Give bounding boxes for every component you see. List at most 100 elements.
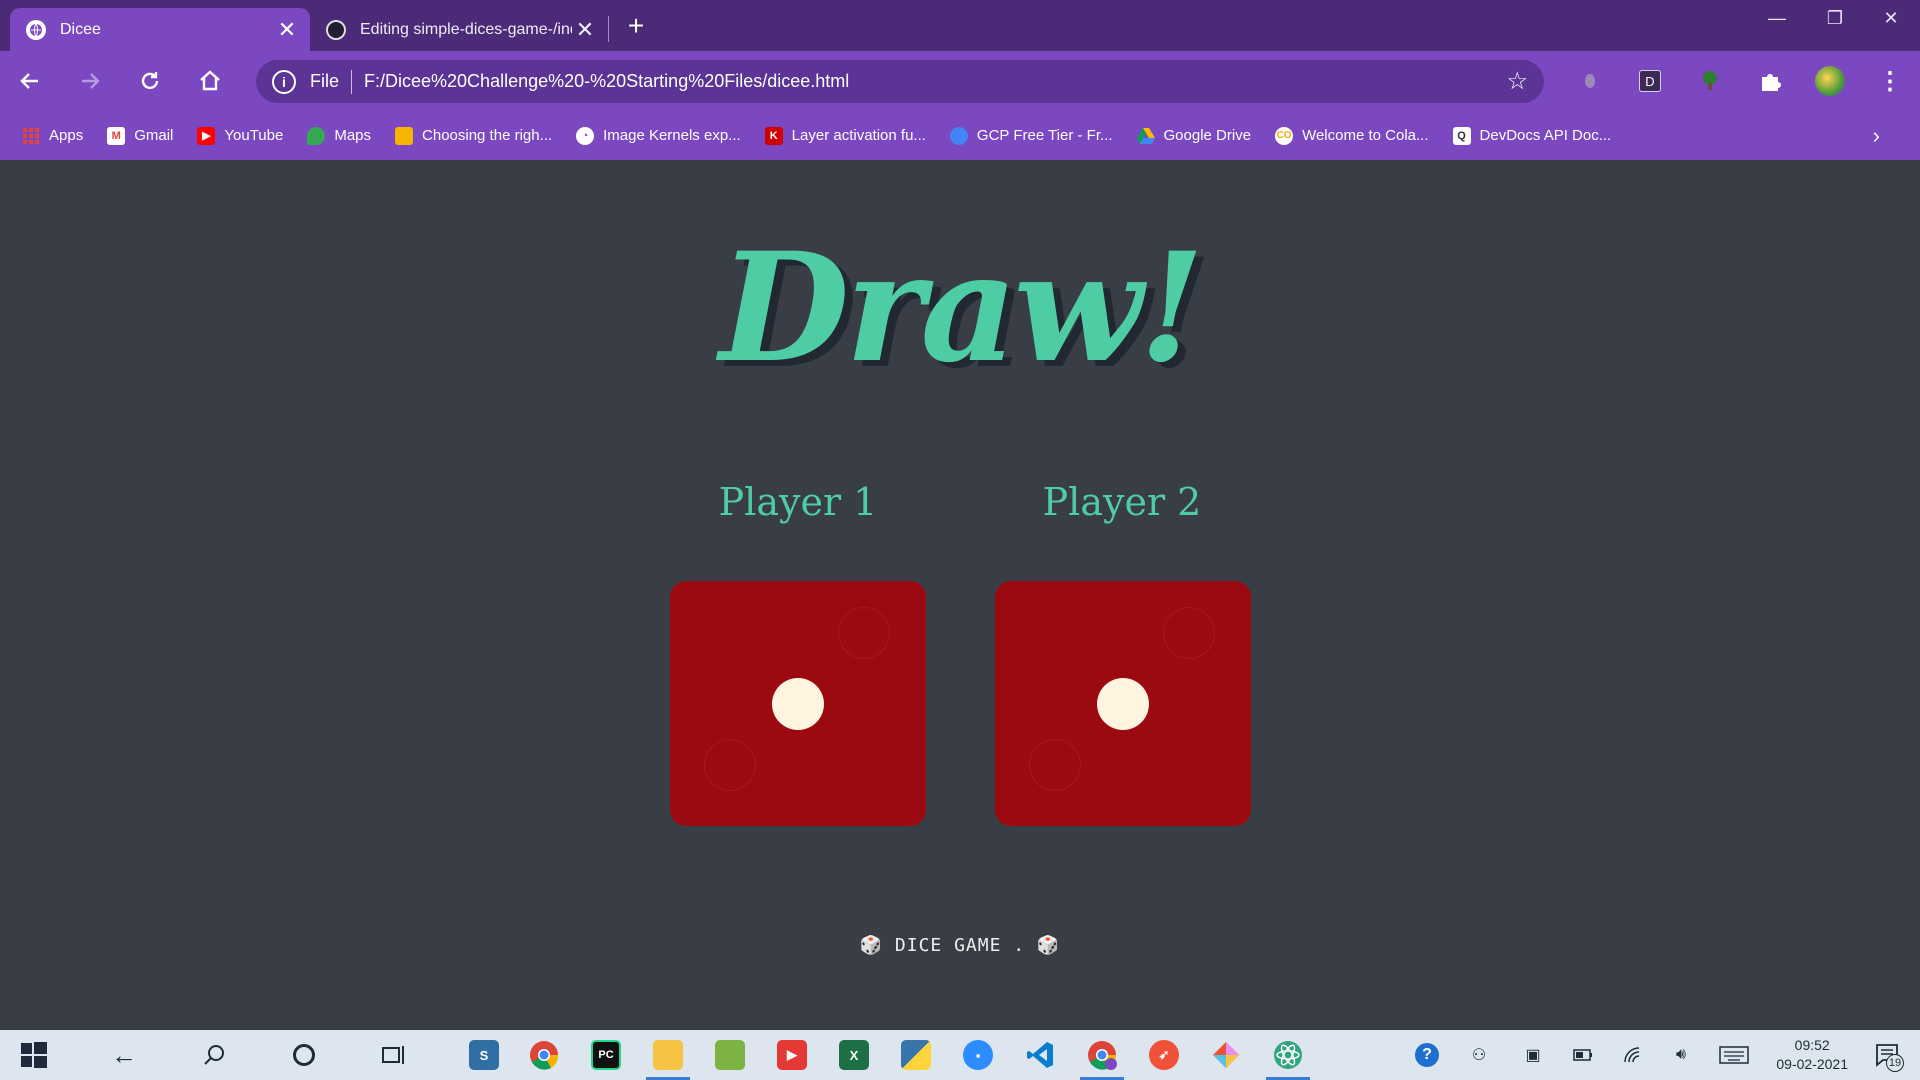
chevron-right-icon[interactable]: › (1873, 123, 1880, 149)
player-1-label: Player 1 (718, 480, 878, 524)
media-player-icon[interactable]: ▶ (770, 1035, 814, 1075)
player-2-die (995, 581, 1251, 826)
bookmark-apps[interactable]: Apps (22, 127, 83, 145)
clock-date: 09-02-2021 (1776, 1056, 1848, 1072)
devdocs-icon: Q (1452, 126, 1471, 145)
chrome-profile-icon[interactable] (1080, 1035, 1124, 1080)
bookmark-gmail[interactable]: M Gmail (107, 126, 173, 145)
player-2-label: Player 2 (1042, 480, 1202, 524)
close-tab-icon[interactable]: ✕ (572, 17, 598, 43)
task-view-icon[interactable] (372, 1035, 416, 1075)
bookmark-layer-activation[interactable]: K Layer activation fu... (764, 126, 926, 145)
notepad-icon[interactable] (708, 1035, 752, 1075)
bookmark-maps[interactable]: Maps (307, 126, 371, 145)
arrow-right-icon (82, 73, 100, 89)
k-icon: K (764, 126, 783, 145)
scheme-label: File (310, 71, 340, 91)
file-explorer-icon[interactable] (646, 1035, 690, 1080)
faint-pip (1029, 739, 1081, 791)
extension-gray-icon[interactable] (1574, 65, 1606, 97)
bookmark-image-kernels[interactable]: ◔ Image Kernels exp... (576, 126, 741, 145)
notification-count: 19 (1886, 1054, 1904, 1072)
volume-icon[interactable]: 🔊︎ (1668, 1043, 1694, 1067)
faint-pip (704, 739, 756, 791)
maps-icon (307, 126, 326, 145)
start-icon[interactable] (12, 1035, 56, 1075)
new-tab-button[interactable]: + (620, 10, 652, 42)
close-tab-icon[interactable]: ✕ (274, 17, 300, 43)
help-icon[interactable]: ? (1414, 1043, 1440, 1067)
puzzle-icon[interactable] (1754, 65, 1786, 97)
reload-icon (141, 72, 159, 90)
tab-bar: Dicee ✕ Editing simple-dices-game-/index… (0, 0, 1920, 51)
sublime-icon[interactable]: S (462, 1035, 506, 1075)
clock-time: 09:52 (1794, 1037, 1830, 1053)
tab-github-editor[interactable]: Editing simple-dices-game-/index.html ✕ (318, 8, 608, 51)
excel-icon[interactable]: X (832, 1035, 876, 1075)
avatar[interactable] (1814, 65, 1846, 97)
reload-button[interactable] (128, 59, 172, 103)
youtube-icon: ▶ (197, 126, 216, 145)
die-pip (1097, 678, 1149, 730)
meet-now-icon[interactable]: ▣ (1520, 1043, 1546, 1067)
atom-icon[interactable] (1266, 1035, 1310, 1080)
player-1-die (670, 581, 926, 826)
wifi-icon[interactable] (1620, 1043, 1646, 1067)
page-title: Draw! (719, 220, 1204, 396)
info-icon[interactable]: i (272, 69, 296, 94)
gmail-icon: M (107, 126, 126, 145)
bookmark-google-drive[interactable]: Google Drive (1136, 127, 1251, 145)
github-icon (326, 19, 346, 40)
forward-button[interactable] (68, 59, 112, 103)
bookmark-gcp[interactable]: GCP Free Tier - Fr... (949, 126, 1113, 145)
footer-text: 🎲 DICE GAME . 🎲 (859, 935, 1061, 956)
globe-icon (26, 19, 46, 40)
bookmark-star-icon[interactable]: ☆ (1506, 67, 1528, 96)
drive-icon (1136, 127, 1155, 145)
address-bar[interactable]: i File F:/Dicee%20Challenge%20-%20Starti… (256, 60, 1544, 103)
extension-tree-icon[interactable] (1694, 65, 1726, 97)
home-button[interactable] (188, 59, 232, 103)
minimize-button[interactable]: — (1748, 0, 1806, 36)
bookmark-choosing[interactable]: Choosing the righ... (395, 126, 552, 145)
gcp-icon (949, 126, 968, 145)
restore-button[interactable]: ❐ (1806, 0, 1864, 36)
extension-d-icon[interactable]: D (1634, 65, 1666, 97)
die-pip (772, 678, 824, 730)
bookmark-devdocs[interactable]: Q DevDocs API Doc... (1452, 126, 1611, 145)
vscode-icon[interactable] (1018, 1035, 1062, 1075)
home-icon (200, 70, 220, 91)
bookmarks-bar: Apps M Gmail ▶ YouTube Maps Choosing the… (0, 111, 1920, 160)
browser-toolbar: i File F:/Dicee%20Challenge%20-%20Starti… (0, 51, 1920, 111)
system-clock[interactable]: 09:52 09-02-2021 (1776, 1036, 1848, 1074)
bookmark-youtube[interactable]: ▶ YouTube (197, 126, 283, 145)
article-icon (395, 126, 414, 145)
cortana-icon[interactable] (282, 1035, 326, 1075)
kernel-icon: ◔ (576, 126, 595, 145)
windows-taskbar: ← S PC ▶ X ▪ ➶ ? ⚇ ▣ 🔊︎ 09:52 09-02-2021… (0, 1030, 1920, 1080)
faint-pip (838, 607, 890, 659)
tab-title: Editing simple-dices-game-/index.html (360, 20, 572, 38)
python-icon[interactable] (894, 1035, 938, 1075)
git-icon[interactable] (1204, 1035, 1248, 1075)
colab-icon: CO (1275, 126, 1294, 145)
back-button[interactable] (8, 59, 52, 103)
close-window-button[interactable]: ✕ (1862, 0, 1920, 36)
people-icon[interactable]: ⚇ (1466, 1043, 1492, 1067)
pycharm-icon[interactable]: PC (584, 1035, 628, 1075)
search-icon[interactable] (192, 1035, 236, 1075)
swift-icon[interactable]: ➶ (1142, 1035, 1186, 1075)
zoom-icon[interactable]: ▪ (956, 1035, 1000, 1075)
url-text[interactable]: F:/Dicee%20Challenge%20-%20Starting%20Fi… (364, 71, 849, 92)
back-icon[interactable]: ← (102, 1035, 146, 1075)
battery-icon[interactable] (1570, 1043, 1596, 1067)
chrome-icon[interactable] (522, 1035, 566, 1075)
menu-kebab-icon[interactable]: ⋮ (1874, 65, 1906, 97)
keyboard-icon[interactable] (1718, 1043, 1750, 1067)
arrow-left-icon (20, 73, 38, 89)
notification-center-icon[interactable]: 19 (1872, 1040, 1904, 1072)
bookmark-colab[interactable]: CO Welcome to Cola... (1275, 126, 1429, 145)
dicee-page: Draw! Player 1 Player 2 🎲 DICE GAME . 🎲 (0, 160, 1920, 1030)
faint-pip (1163, 607, 1215, 659)
tab-dicee[interactable]: Dicee ✕ (10, 8, 310, 51)
